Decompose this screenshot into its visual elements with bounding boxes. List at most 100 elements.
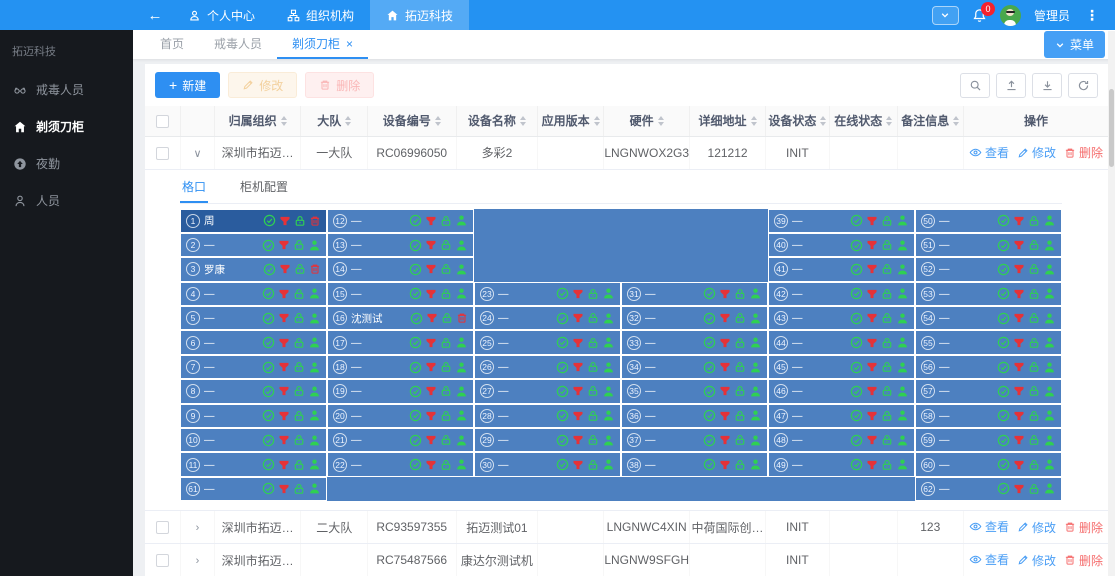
- delete-link[interactable]: 删除: [1064, 144, 1103, 161]
- sort-icon[interactable]: [953, 116, 959, 126]
- slot-cell-8[interactable]: 8—: [180, 379, 327, 403]
- slot-cell-12[interactable]: 12—: [327, 209, 474, 233]
- slot-cell-2[interactable]: 2—: [180, 233, 327, 257]
- slot-cell-42[interactable]: 42—: [768, 282, 915, 306]
- person-icon[interactable]: [455, 434, 468, 447]
- sort-icon[interactable]: [751, 116, 757, 126]
- slot-cell-4[interactable]: 4—: [180, 282, 327, 306]
- person-icon[interactable]: [896, 434, 909, 447]
- slot-cell-3[interactable]: 3罗康: [180, 257, 327, 281]
- slot-cell-41[interactable]: 41—: [768, 257, 915, 281]
- person-icon[interactable]: [308, 336, 321, 349]
- person-icon[interactable]: [602, 361, 615, 374]
- slot-cell-38[interactable]: 38—: [621, 452, 768, 476]
- person-icon[interactable]: [602, 336, 615, 349]
- slot-cell-53[interactable]: 53—: [915, 282, 1062, 306]
- slot-cell-26[interactable]: 26—: [474, 355, 621, 379]
- person-icon[interactable]: [455, 458, 468, 471]
- slot-cell-5[interactable]: 5—: [180, 306, 327, 330]
- person-icon[interactable]: [1043, 434, 1056, 447]
- person-icon[interactable]: [1043, 239, 1056, 252]
- slot-cell-17[interactable]: 17—: [327, 330, 474, 354]
- person-icon[interactable]: [896, 263, 909, 276]
- slot-cell-39[interactable]: 39—: [768, 209, 915, 233]
- slot-cell-62[interactable]: 62—: [915, 477, 1062, 501]
- sort-icon[interactable]: [281, 116, 287, 126]
- slot-cell-59[interactable]: 59—: [915, 428, 1062, 452]
- sort-icon[interactable]: [658, 116, 664, 126]
- person-icon[interactable]: [749, 287, 762, 300]
- person-icon[interactable]: [1043, 287, 1056, 300]
- slot-cell-16[interactable]: 16沈测试: [327, 306, 474, 330]
- person-icon[interactable]: [896, 458, 909, 471]
- column-header[interactable]: 归属组织: [214, 106, 301, 136]
- refresh-button[interactable]: [1068, 73, 1098, 98]
- upload-button[interactable]: [996, 73, 1026, 98]
- slot-cell-7[interactable]: 7—: [180, 355, 327, 379]
- expand-row-icon[interactable]: ›: [196, 555, 200, 567]
- person-icon[interactable]: [602, 287, 615, 300]
- notification-bell-icon[interactable]: 0: [972, 8, 987, 23]
- slot-cell-15[interactable]: 15—: [327, 282, 474, 306]
- sort-icon[interactable]: [345, 116, 351, 126]
- column-header[interactable]: 在线状态: [830, 106, 897, 136]
- nav-item-organization[interactable]: 组织机构: [271, 0, 370, 30]
- download-button[interactable]: [1032, 73, 1062, 98]
- person-icon[interactable]: [455, 287, 468, 300]
- delete-button[interactable]: 删除: [305, 72, 374, 98]
- nav-item-personal-center[interactable]: 个人中心: [172, 0, 271, 30]
- tab-slots[interactable]: 格口: [180, 170, 208, 203]
- scrollbar[interactable]: [1108, 31, 1115, 576]
- slot-cell-50[interactable]: 50—: [915, 209, 1062, 233]
- delete-link[interactable]: 删除: [1064, 552, 1103, 569]
- menu-button[interactable]: 菜单: [1044, 31, 1105, 58]
- slot-cell-51[interactable]: 51—: [915, 233, 1062, 257]
- person-icon[interactable]: [749, 336, 762, 349]
- person-icon[interactable]: [1043, 385, 1056, 398]
- select-all-checkbox[interactable]: [156, 115, 169, 128]
- slot-cell-9[interactable]: 9—: [180, 404, 327, 428]
- view-link[interactable]: 查看: [969, 144, 1009, 161]
- person-icon[interactable]: [602, 434, 615, 447]
- sort-icon[interactable]: [594, 116, 600, 126]
- person-icon[interactable]: [1043, 312, 1056, 325]
- person-icon[interactable]: [1043, 409, 1056, 422]
- slot-cell-33[interactable]: 33—: [621, 330, 768, 354]
- sidebar-item-drug-rehab-personnel[interactable]: 戒毒人员: [0, 71, 133, 108]
- person-icon[interactable]: [1043, 458, 1056, 471]
- close-icon[interactable]: ×: [346, 38, 353, 50]
- slot-cell-30[interactable]: 30—: [474, 452, 621, 476]
- column-header[interactable]: 应用版本: [538, 106, 603, 136]
- sort-icon[interactable]: [520, 116, 526, 126]
- person-icon[interactable]: [455, 214, 468, 227]
- slot-cell-54[interactable]: 54—: [915, 306, 1062, 330]
- person-icon[interactable]: [749, 312, 762, 325]
- slot-cell-48[interactable]: 48—: [768, 428, 915, 452]
- person-icon[interactable]: [308, 239, 321, 252]
- delete-link[interactable]: 删除: [1064, 519, 1103, 536]
- row-checkbox[interactable]: [156, 147, 169, 160]
- trash-icon[interactable]: [456, 312, 468, 324]
- slot-cell-52[interactable]: 52—: [915, 257, 1062, 281]
- column-header[interactable]: 设备状态: [765, 106, 830, 136]
- slot-cell-35[interactable]: 35—: [621, 379, 768, 403]
- slot-cell-43[interactable]: 43—: [768, 306, 915, 330]
- slot-cell-29[interactable]: 29—: [474, 428, 621, 452]
- slot-cell-47[interactable]: 47—: [768, 404, 915, 428]
- person-icon[interactable]: [602, 385, 615, 398]
- person-icon[interactable]: [602, 458, 615, 471]
- person-icon[interactable]: [308, 458, 321, 471]
- person-icon[interactable]: [749, 458, 762, 471]
- search-button[interactable]: [960, 73, 990, 98]
- person-icon[interactable]: [1043, 214, 1056, 227]
- column-header[interactable]: 设备编号: [367, 106, 456, 136]
- person-icon[interactable]: [455, 239, 468, 252]
- person-icon[interactable]: [749, 409, 762, 422]
- person-icon[interactable]: [1043, 482, 1056, 495]
- column-header[interactable]: 详细地址: [690, 106, 765, 136]
- trash-icon[interactable]: [309, 263, 321, 275]
- slot-cell-57[interactable]: 57—: [915, 379, 1062, 403]
- sort-icon[interactable]: [435, 116, 441, 126]
- slot-cell-20[interactable]: 20—: [327, 404, 474, 428]
- slot-cell-13[interactable]: 13—: [327, 233, 474, 257]
